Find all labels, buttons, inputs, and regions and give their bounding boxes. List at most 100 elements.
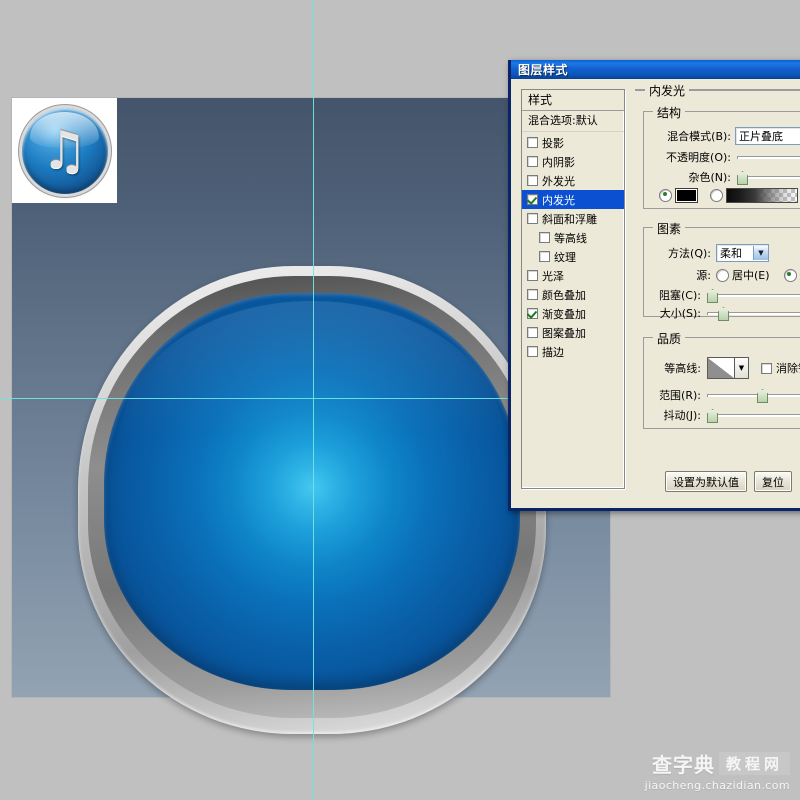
effect-checkbox[interactable] xyxy=(527,213,538,224)
blending-options-item[interactable]: 混合选项:默认 xyxy=(522,111,624,132)
contour-preview-icon xyxy=(707,357,735,379)
source-center-label: 居中(E) xyxy=(732,267,770,283)
effect-item-stroke[interactable]: 描边 xyxy=(522,342,624,361)
jitter-slider[interactable] xyxy=(707,409,800,421)
antialias-label: 消除锯 xyxy=(776,360,800,376)
opacity-label: 不透明度(O): xyxy=(649,149,731,165)
effect-checkbox[interactable] xyxy=(527,346,538,357)
button-bezel-inner xyxy=(88,276,536,718)
effect-label: 内发光 xyxy=(542,192,575,208)
effect-label: 斜面和浮雕 xyxy=(542,211,597,227)
blend-mode-value: 正片叠底 xyxy=(739,128,783,144)
antialias-option[interactable]: 消除锯 xyxy=(761,360,800,376)
blend-mode-label: 混合模式(B): xyxy=(649,128,731,144)
itunes-icon-thumbnail: ♫ xyxy=(12,98,117,203)
blend-mode-select[interactable]: 正片叠底 xyxy=(735,127,800,145)
contour-picker[interactable]: ▼ xyxy=(707,357,749,379)
dialog-titlebar[interactable]: 图层样式 xyxy=(511,60,800,79)
dialog-title: 图层样式 xyxy=(518,61,568,78)
size-label: 大小(S): xyxy=(649,305,701,321)
noise-label: 杂色(N): xyxy=(649,169,731,185)
button-face-gradient xyxy=(104,293,520,690)
effect-item-satin[interactable]: 光泽 xyxy=(522,266,624,285)
structure-title: 结构 xyxy=(653,104,685,121)
inner-glow-section-title: 内发光 xyxy=(645,82,689,99)
effect-label: 描边 xyxy=(542,344,564,360)
effects-list: 投影 内阴影 外发光 内发光 斜面和浮雕 xyxy=(522,132,624,361)
range-slider-thumb[interactable] xyxy=(757,389,768,403)
watermark-tagline: 教程网 xyxy=(719,752,790,775)
choke-slider-thumb[interactable] xyxy=(707,289,718,303)
source-center-option[interactable]: 居中(E) xyxy=(716,267,770,283)
effect-label: 光泽 xyxy=(542,268,564,284)
make-default-button[interactable]: 设置为默认值 xyxy=(665,471,747,492)
effect-checkbox[interactable] xyxy=(527,289,538,300)
choke-label: 阻塞(C): xyxy=(649,287,701,303)
layer-style-dialog[interactable]: 图层样式 样式 混合选项:默认 投影 内阴影 外发光 xyxy=(508,60,800,511)
elements-title: 图素 xyxy=(653,220,685,237)
choke-slider[interactable] xyxy=(707,289,800,301)
effect-item-color-overlay[interactable]: 颜色叠加 xyxy=(522,285,624,304)
dialog-button-row: 设置为默认值 复位 xyxy=(665,471,792,492)
settings-area: 内发光 结构 混合模式(B): 正片叠底 不透明度(O): xyxy=(635,89,800,487)
effect-label: 外发光 xyxy=(542,173,575,189)
watermark: 查字典 教程网 jiaocheng.chazidian.com xyxy=(645,749,790,792)
glow-color-swatch[interactable] xyxy=(675,188,698,203)
styles-panel-header: 样式 xyxy=(522,90,624,111)
antialias-checkbox[interactable] xyxy=(761,363,772,374)
source-edge-option[interactable]: 边 xyxy=(784,267,800,283)
effect-label: 渐变叠加 xyxy=(542,306,586,322)
jitter-label: 抖动(J): xyxy=(649,407,701,423)
jitter-slider-thumb[interactable] xyxy=(707,409,718,423)
effect-item-contour[interactable]: 等高线 xyxy=(522,228,624,247)
source-edge-radio[interactable] xyxy=(784,269,797,282)
effect-checkbox[interactable] xyxy=(527,156,538,167)
music-note-icon: ♫ xyxy=(22,108,108,194)
technique-select[interactable]: 柔和 ▼ xyxy=(716,244,769,262)
effect-item-inner-glow[interactable]: 内发光 xyxy=(522,190,624,209)
range-slider[interactable] xyxy=(707,389,800,401)
effect-item-gradient-overlay[interactable]: 渐变叠加 xyxy=(522,304,624,323)
effect-checkbox[interactable] xyxy=(527,137,538,148)
source-center-radio[interactable] xyxy=(716,269,729,282)
watermark-site-name: 查字典 xyxy=(652,749,715,778)
styles-panel[interactable]: 样式 混合选项:默认 投影 内阴影 外发光 内发光 xyxy=(521,89,625,489)
chevron-down-icon[interactable]: ▼ xyxy=(753,246,768,260)
glow-gradient-radio[interactable] xyxy=(710,189,723,202)
noise-slider[interactable] xyxy=(737,171,800,183)
choke-slider-track xyxy=(707,294,800,297)
size-slider[interactable] xyxy=(707,307,800,319)
button-bezel-outer xyxy=(78,266,546,734)
effect-item-texture[interactable]: 纹理 xyxy=(522,247,624,266)
effect-item-inner-shadow[interactable]: 内阴影 xyxy=(522,152,624,171)
chevron-down-icon[interactable]: ▼ xyxy=(735,357,749,379)
effect-checkbox[interactable] xyxy=(527,270,538,281)
effect-checkbox[interactable] xyxy=(527,327,538,338)
effect-checkbox[interactable] xyxy=(539,232,550,243)
effect-item-outer-glow[interactable]: 外发光 xyxy=(522,171,624,190)
technique-value: 柔和 xyxy=(720,245,742,261)
guide-vertical xyxy=(313,0,314,800)
noise-slider-thumb[interactable] xyxy=(737,171,748,185)
glow-gradient-swatch[interactable] xyxy=(726,188,798,203)
itunes-icon-circle: ♫ xyxy=(22,108,108,194)
reset-button[interactable]: 复位 xyxy=(754,471,792,492)
effect-label: 图案叠加 xyxy=(542,325,586,341)
glow-color-solid-radio[interactable] xyxy=(659,189,672,202)
jitter-slider-track xyxy=(707,414,800,417)
effect-label: 纹理 xyxy=(554,249,576,265)
watermark-url: jiaocheng.chazidian.com xyxy=(645,779,790,792)
effect-checkbox[interactable] xyxy=(527,308,538,319)
opacity-slider[interactable] xyxy=(737,151,800,163)
effect-checkbox[interactable] xyxy=(527,175,538,186)
effect-label: 投影 xyxy=(542,135,564,151)
size-slider-thumb[interactable] xyxy=(718,307,729,321)
effect-item-drop-shadow[interactable]: 投影 xyxy=(522,133,624,152)
dialog-body: 样式 混合选项:默认 投影 内阴影 外发光 内发光 xyxy=(511,79,800,508)
effect-checkbox[interactable] xyxy=(527,194,538,205)
effect-item-pattern-overlay[interactable]: 图案叠加 xyxy=(522,323,624,342)
effect-label: 内阴影 xyxy=(542,154,575,170)
opacity-slider-track xyxy=(737,156,800,159)
effect-item-bevel-emboss[interactable]: 斜面和浮雕 xyxy=(522,209,624,228)
effect-checkbox[interactable] xyxy=(539,251,550,262)
